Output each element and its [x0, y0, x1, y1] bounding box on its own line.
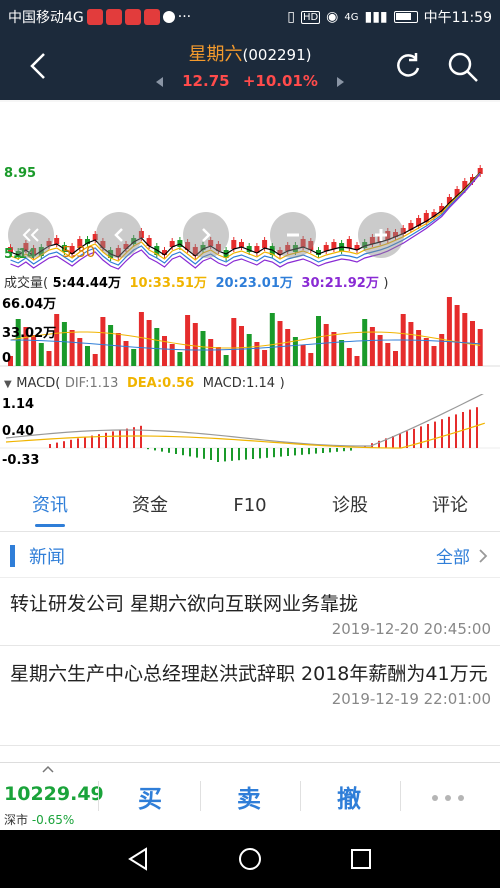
section-accent-bar	[10, 544, 15, 567]
vibrate-icon: ▯	[287, 9, 295, 25]
back-icon[interactable]	[126, 847, 150, 871]
plus-icon	[375, 229, 387, 241]
system-nav-bar	[0, 830, 500, 888]
divider	[200, 781, 201, 811]
volume-chart[interactable]	[0, 290, 500, 370]
tab-comments[interactable]: 评论	[400, 480, 500, 531]
kline-chart-area[interactable]: 8.95 5.14 5.30 成交量( 5:44.44万 10:33.51万 2…	[0, 100, 500, 470]
news-date: 2019-12-20 20:45:00	[331, 620, 491, 638]
scroll-left-button[interactable]	[8, 212, 54, 258]
news-all-link[interactable]: 全部	[436, 543, 470, 568]
more-options-icon[interactable]	[432, 795, 464, 801]
divider	[300, 781, 301, 811]
search-icon[interactable]	[446, 50, 480, 84]
volume-close: )	[383, 276, 389, 291]
prev-stock-icon[interactable]	[155, 76, 163, 87]
macd-collapse-icon[interactable]: ▼	[4, 379, 12, 390]
trade-action-bar: 10229.49 深市 -0.65% 买 卖 撤	[0, 762, 500, 830]
refresh-icon[interactable]	[392, 50, 424, 82]
volume-legend: 成交量( 5:44.44万 10:33.51万 20:23.01万 30:21.…	[4, 272, 388, 291]
stock-code: (002291)	[242, 46, 312, 64]
battery-icon	[393, 11, 418, 23]
stock-title: 星期六(002291)	[0, 40, 500, 66]
tab-diagnosis[interactable]: 诊股	[300, 480, 400, 531]
volume-ma20: 20:23.01万	[215, 276, 293, 291]
news-item[interactable]: 星期六生产中心总经理赵洪武辞职 2018年薪酬为41万元 2019-12-19 …	[0, 650, 500, 746]
macd-tick-mid: 0.40	[2, 424, 35, 439]
zoom-in-button[interactable]	[358, 212, 404, 258]
app-notification-icon	[86, 9, 103, 25]
tab-news[interactable]: 资讯	[0, 480, 100, 531]
status-bar: 中国移动4G ··· ▯ HD ◉ 4G ▮▮▮ 中午11:59	[0, 0, 500, 34]
macd-dif: DIF:1.13	[64, 376, 119, 391]
signal-icon: ▮▮▮	[364, 9, 388, 25]
carrier-label: 中国移动4G	[8, 10, 84, 26]
app-notification-icon	[105, 9, 122, 25]
news-section-header: 新闻 全部	[0, 534, 500, 578]
volume-ma10: 10:33.51万	[129, 276, 207, 291]
volume-title: 成交量(	[4, 276, 49, 291]
volume-ma30: 30:21.92万	[301, 276, 379, 291]
index-value[interactable]: 10229.49	[4, 783, 104, 805]
app-notification-icon	[124, 9, 141, 25]
double-chevron-left-icon	[22, 228, 39, 242]
eye-icon: ◉	[326, 9, 339, 25]
price-high-label: 8.95	[4, 166, 37, 181]
news-title: 转让研发公司 星期六欲向互联网业务靠拢	[10, 593, 359, 615]
macd-tick-high: 1.14	[2, 397, 35, 412]
clock: 中午11:59	[423, 10, 492, 26]
news-date: 2019-12-19 22:01:00	[331, 690, 491, 708]
macd-close: )	[279, 376, 285, 391]
chevron-right-icon[interactable]	[478, 548, 488, 564]
volume-ma5: 5:44.44万	[52, 276, 121, 291]
sell-button[interactable]: 卖	[237, 779, 261, 814]
tab-funds[interactable]: 资金	[100, 480, 200, 531]
volume-tick-mid: 33.02万	[2, 326, 57, 341]
divider	[400, 781, 401, 811]
stock-change: +10.01%	[242, 72, 318, 90]
more-notifications-icon: ···	[177, 9, 192, 25]
home-icon[interactable]	[238, 847, 262, 871]
chevron-left-icon	[114, 228, 123, 242]
index-change: -0.65%	[31, 813, 75, 827]
zoom-out-button[interactable]	[270, 212, 316, 258]
macd-tick-low: -0.33	[2, 453, 40, 468]
news-item[interactable]: 转让研发公司 星期六欲向互联网业务靠拢 2019-12-20 20:45:00	[0, 584, 500, 646]
caret-up-icon[interactable]	[42, 765, 54, 773]
macd-legend: ▼ MACD( DIF:1.13 DEA:0.56 MACD:1.14 )	[4, 376, 285, 391]
upload-icon	[162, 11, 175, 23]
news-section-title: 新闻	[29, 546, 65, 568]
cancel-order-button[interactable]: 撤	[337, 779, 361, 814]
low-marker-label: 5.30	[62, 243, 96, 261]
macd-title: MACD(	[16, 376, 61, 391]
network-type: 4G	[344, 11, 359, 23]
index-market: 深市	[4, 813, 29, 827]
hd-icon: HD	[300, 10, 321, 24]
macd-dea: DEA:0.56	[126, 376, 195, 391]
volume-tick-zero: 0	[2, 351, 12, 366]
chevron-right-icon	[202, 228, 211, 242]
stock-name: 星期六	[188, 44, 243, 65]
price-row: 12.75 +10.01%	[0, 72, 500, 90]
news-title: 星期六生产中心总经理赵洪武辞职 2018年薪酬为41万元	[10, 663, 488, 685]
index-change-row: 深市 -0.65%	[4, 811, 74, 828]
buy-button[interactable]: 买	[138, 779, 162, 814]
stock-header: 星期六(002291) 12.75 +10.01%	[0, 34, 500, 100]
macd-value: MACD:1.14	[202, 376, 276, 391]
prev-button[interactable]	[96, 212, 142, 258]
stock-price: 12.75	[182, 72, 230, 90]
divider	[98, 781, 99, 811]
info-tabs: 资讯 资金 F10 诊股 评论	[0, 480, 500, 532]
tab-f10[interactable]: F10	[200, 480, 300, 531]
macd-chart[interactable]	[0, 394, 500, 474]
app-notification-icon	[143, 9, 160, 25]
next-stock-icon[interactable]	[337, 76, 345, 87]
volume-tick-high: 66.04万	[2, 297, 57, 312]
minus-icon	[287, 233, 299, 237]
recents-icon[interactable]	[350, 848, 372, 870]
next-button[interactable]	[183, 212, 229, 258]
